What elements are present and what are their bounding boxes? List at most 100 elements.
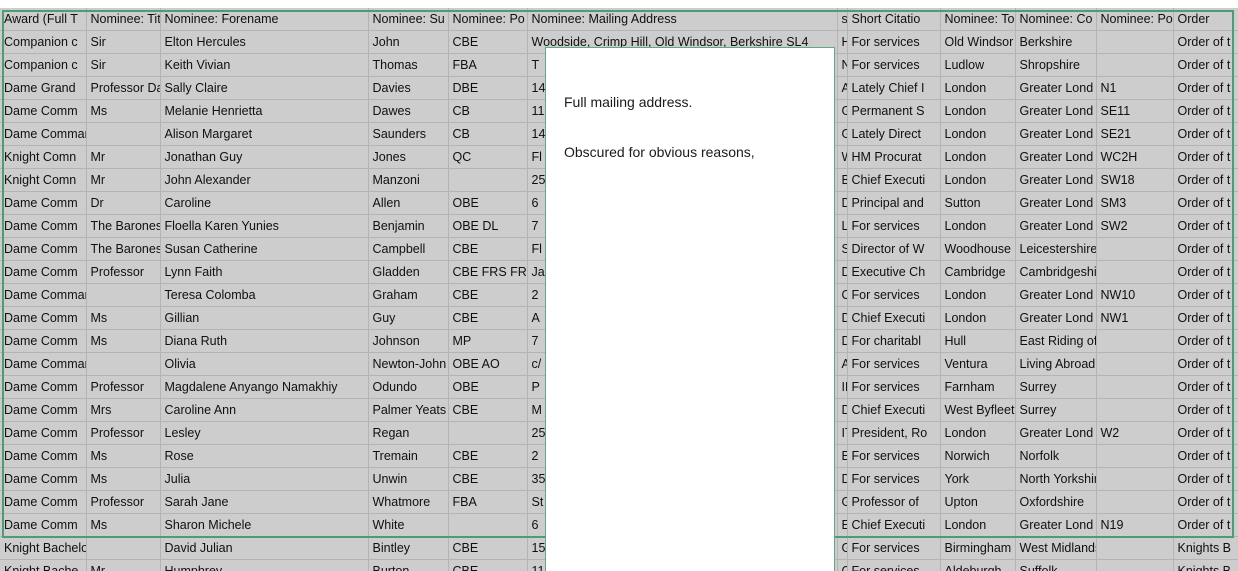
column-header-award[interactable]: Award (Full T (0, 8, 87, 31)
cell-surname[interactable]: Bintley (368, 536, 449, 560)
cell-postcode[interactable]: NW10 (1096, 283, 1174, 307)
cell-order[interactable]: Order of t (1173, 444, 1238, 468)
cell-order[interactable]: Order of t (1173, 168, 1238, 192)
cell-forename[interactable]: Rose (160, 444, 369, 468)
cell-postcode[interactable] (1096, 30, 1174, 54)
cell-county[interactable]: Living Abroad (1015, 352, 1097, 376)
cell-town[interactable]: Aldeburgh (940, 559, 1016, 571)
cell-order[interactable]: Order of t (1173, 53, 1238, 77)
cell-forename[interactable]: Caroline (160, 191, 369, 215)
cell-citation[interactable]: For services (847, 53, 941, 77)
cell-county[interactable]: Greater Lond (1015, 191, 1097, 215)
cell-county[interactable]: Greater Lond (1015, 168, 1097, 192)
cell-title[interactable]: Ms (86, 306, 161, 330)
cell-county[interactable]: Oxfordshire (1015, 490, 1097, 514)
cell-county[interactable]: Greater Lond (1015, 421, 1097, 445)
cell-addrtail[interactable]: IT (837, 421, 848, 445)
cell-forename[interactable]: Julia (160, 467, 369, 491)
cell-award[interactable]: Dame Grand (0, 76, 87, 100)
cell-title[interactable] (86, 536, 161, 560)
cell-order[interactable]: Order of t (1173, 99, 1238, 123)
cell-award[interactable]: Dame Comm (0, 260, 87, 284)
cell-addrtail[interactable]: LB (837, 214, 848, 238)
cell-addrtail[interactable]: D (837, 467, 848, 491)
cell-title[interactable]: Ms (86, 329, 161, 353)
cell-citation[interactable]: For services (847, 467, 941, 491)
cell-award[interactable]: Dame Comm (0, 490, 87, 514)
cell-citation[interactable]: HM Procurat (847, 145, 941, 169)
cell-addrtail[interactable]: Q (837, 559, 848, 571)
cell-citation[interactable]: For charitabl (847, 329, 941, 353)
cell-county[interactable]: Norfolk (1015, 444, 1097, 468)
cell-postnom[interactable]: CBE (448, 444, 528, 468)
cell-surname[interactable]: Dawes (368, 99, 449, 123)
cell-title[interactable]: Professor (86, 490, 161, 514)
cell-forename[interactable]: Floella Karen Yunies (160, 214, 369, 238)
cell-postcode[interactable]: W2 (1096, 421, 1174, 445)
column-header-surname[interactable]: Nominee: Su (368, 8, 449, 31)
cell-award[interactable]: Dame Commander of the (0, 352, 87, 376)
column-header-order[interactable]: Order (1173, 8, 1238, 31)
cell-citation[interactable]: Professor of (847, 490, 941, 514)
cell-surname[interactable]: White (368, 513, 449, 537)
cell-addrtail[interactable]: G (837, 122, 848, 146)
cell-town[interactable]: London (940, 168, 1016, 192)
cell-forename[interactable]: David Julian (160, 536, 369, 560)
cell-citation[interactable]: For services (847, 283, 941, 307)
cell-postnom[interactable]: CBE (448, 30, 528, 54)
cell-county[interactable]: West Midlands (1015, 536, 1097, 560)
cell-surname[interactable]: Newton-John (368, 352, 449, 376)
cell-surname[interactable]: Johnson (368, 329, 449, 353)
cell-forename[interactable]: Gillian (160, 306, 369, 330)
cell-award[interactable]: Dame Comm (0, 214, 87, 238)
cell-title[interactable]: Professor (86, 260, 161, 284)
cell-town[interactable]: London (940, 513, 1016, 537)
cell-addrtail[interactable]: EZ (837, 444, 848, 468)
cell-citation[interactable]: Executive Ch (847, 260, 941, 284)
cell-postnom[interactable] (448, 421, 528, 445)
cell-town[interactable]: Birmingham (940, 536, 1016, 560)
cell-title[interactable]: Professor (86, 375, 161, 399)
cell-town[interactable]: West Byfleet (940, 398, 1016, 422)
cell-forename[interactable]: Alison Margaret (160, 122, 369, 146)
cell-title[interactable]: Ms (86, 444, 161, 468)
cell-citation[interactable]: For services (847, 30, 941, 54)
cell-citation[interactable]: Chief Executi (847, 513, 941, 537)
cell-order[interactable]: Order of t (1173, 352, 1238, 376)
cell-county[interactable]: Greater Lond (1015, 76, 1097, 100)
cell-postcode[interactable] (1096, 375, 1174, 399)
cell-town[interactable]: Hull (940, 329, 1016, 353)
cell-addrtail[interactable]: D (837, 398, 848, 422)
cell-postnom[interactable]: FBA (448, 490, 528, 514)
cell-citation[interactable]: Permanent S (847, 99, 941, 123)
cell-forename[interactable]: Magdalene Anyango Namakhiy (160, 375, 369, 399)
cell-postnom[interactable]: CBE (448, 283, 528, 307)
cell-forename[interactable]: Jonathan Guy (160, 145, 369, 169)
cell-citation[interactable]: Lately Chief I (847, 76, 941, 100)
cell-surname[interactable]: Unwin (368, 467, 449, 491)
cell-postnom[interactable]: DBE (448, 76, 528, 100)
cell-addrtail[interactable]: OT (837, 283, 848, 307)
cell-order[interactable]: Order of t (1173, 490, 1238, 514)
cell-title[interactable]: Dr (86, 191, 161, 215)
cell-postcode[interactable]: SW2 (1096, 214, 1174, 238)
cell-postnom[interactable]: OBE (448, 191, 528, 215)
cell-order[interactable]: Knights B (1173, 559, 1238, 571)
cell-surname[interactable]: Burton (368, 559, 449, 571)
cell-addrtail[interactable]: SS (837, 237, 848, 261)
cell-citation[interactable]: Chief Executi (847, 398, 941, 422)
cell-county[interactable]: East Riding of Yorkshire (1015, 329, 1097, 353)
cell-title[interactable]: Professor Da (86, 76, 161, 100)
cell-citation[interactable]: For services (847, 536, 941, 560)
cell-order[interactable]: Order of t (1173, 306, 1238, 330)
cell-postcode[interactable] (1096, 444, 1174, 468)
cell-town[interactable]: London (940, 99, 1016, 123)
column-header-title[interactable]: Nominee: Tit (86, 8, 161, 31)
cell-postnom[interactable]: CBE (448, 306, 528, 330)
cell-forename[interactable]: Olivia (160, 352, 369, 376)
cell-award[interactable]: Dame Commander of the (0, 122, 87, 146)
cell-surname[interactable]: Campbell (368, 237, 449, 261)
cell-town[interactable]: Cambridge (940, 260, 1016, 284)
cell-award[interactable]: Dame Comm (0, 306, 87, 330)
cell-citation[interactable]: Principal and (847, 191, 941, 215)
